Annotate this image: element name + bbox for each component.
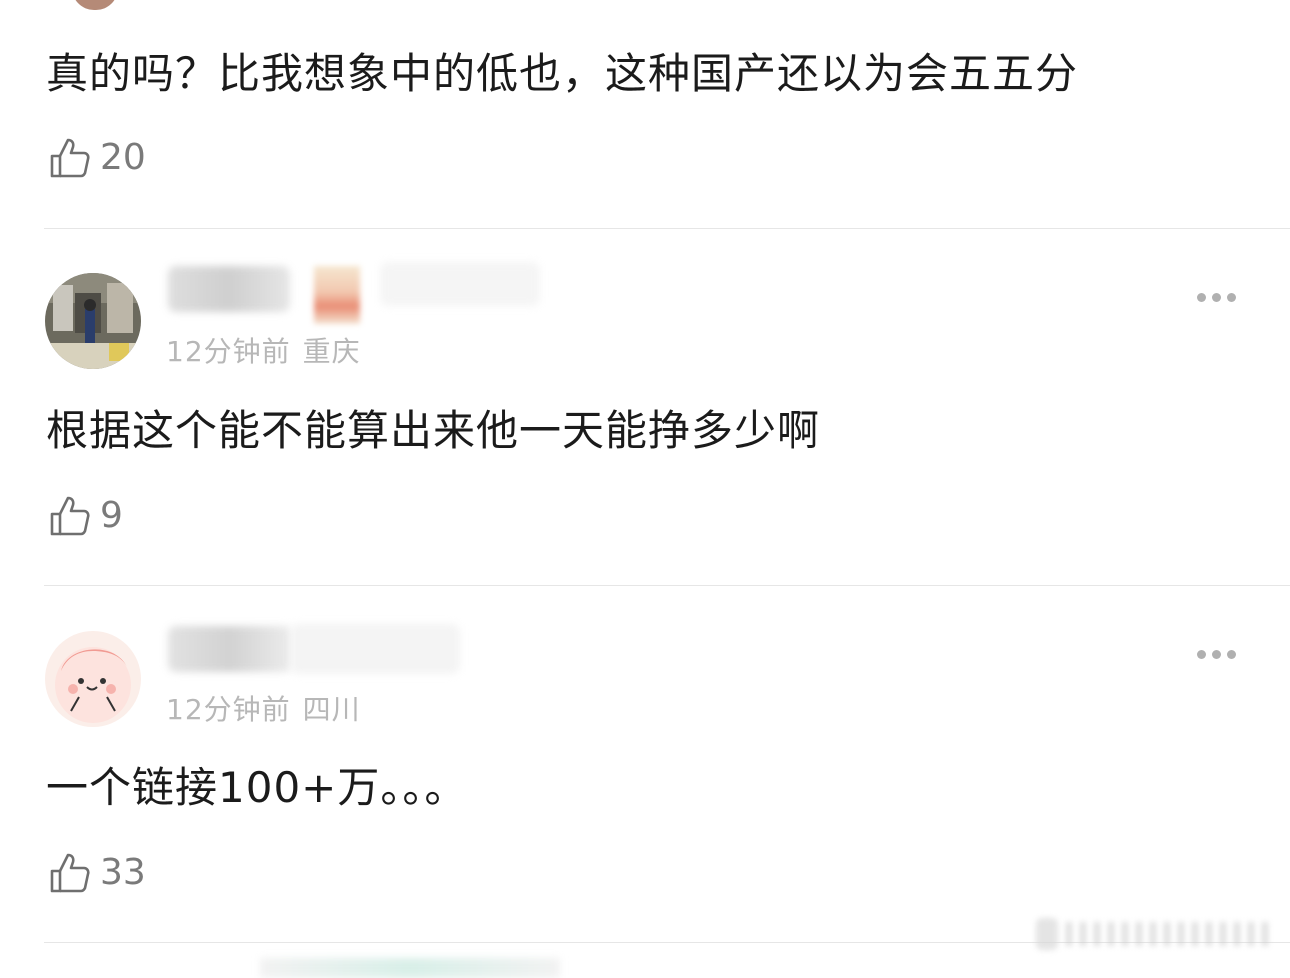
- like-count: 33: [100, 852, 146, 893]
- more-dots-icon: [1212, 293, 1221, 302]
- more-dots-icon: [1227, 293, 1236, 302]
- comment-text: 真的吗？比我想象中的低也，这种国产还以为会五五分: [46, 49, 1079, 98]
- user-badge-redacted: [314, 266, 360, 324]
- more-options-button[interactable]: [1197, 293, 1236, 302]
- username-redacted: [168, 266, 290, 312]
- watermark-redacted: [1036, 914, 1276, 954]
- like-count: 20: [100, 137, 146, 178]
- avatar-image: [45, 273, 141, 369]
- comment-time: 12分钟前: [166, 335, 291, 368]
- thumbs-up-icon: [50, 138, 90, 178]
- comment-time: 12分钟前: [166, 693, 291, 726]
- like-count: 9: [100, 495, 123, 536]
- comment-text: 一个链接100+万。。。: [46, 763, 468, 812]
- avatar[interactable]: [45, 273, 141, 369]
- thumbs-up-icon: [50, 853, 90, 893]
- comment-meta: 12分钟前 重庆: [166, 330, 361, 370]
- username-redacted: [168, 626, 292, 672]
- comment-location: 重庆: [302, 335, 361, 368]
- comment-meta: 12分钟前 四川: [166, 688, 361, 728]
- comment-location: 四川: [302, 693, 361, 726]
- thumbs-up-icon: [50, 496, 90, 536]
- more-dots-icon: [1212, 650, 1221, 659]
- like-button[interactable]: 20: [48, 136, 146, 180]
- more-dots-icon: [1197, 293, 1206, 302]
- username-redacted-extra: [380, 262, 540, 306]
- like-button[interactable]: 9: [48, 494, 123, 538]
- avatar-image: [45, 631, 141, 727]
- more-options-button[interactable]: [1197, 650, 1236, 659]
- divider: [44, 585, 1290, 586]
- more-dots-icon: [1197, 650, 1206, 659]
- previous-avatar-edge: [72, 0, 118, 10]
- divider: [44, 228, 1290, 229]
- username-redacted-extra: [290, 624, 460, 674]
- comment-text: 根据这个能不能算出来他一天能挣多少啊: [46, 406, 821, 455]
- like-button[interactable]: 33: [48, 851, 146, 895]
- next-comment-peek: [260, 958, 560, 978]
- avatar[interactable]: [45, 631, 141, 727]
- more-dots-icon: [1227, 650, 1236, 659]
